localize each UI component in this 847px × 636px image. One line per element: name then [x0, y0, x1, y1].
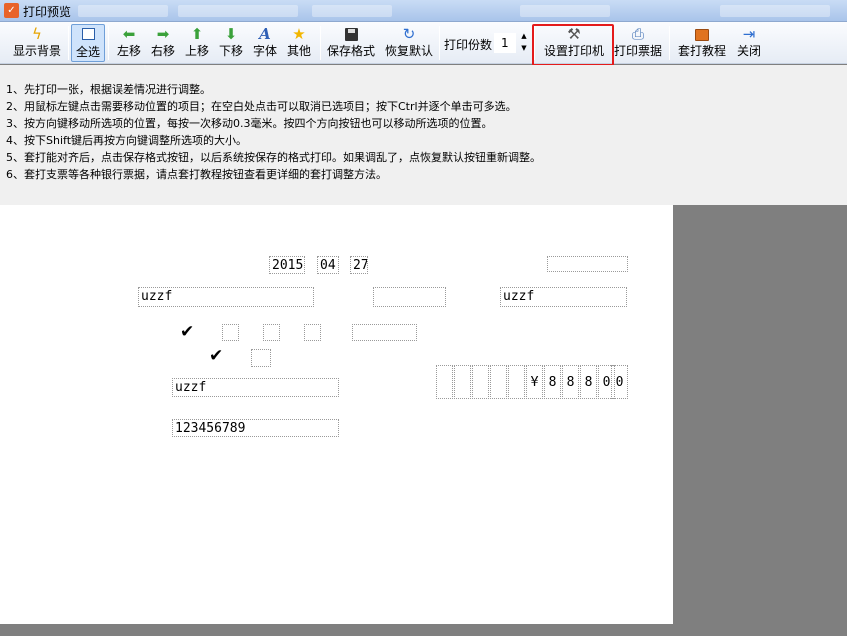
tutorial-label: 套打教程: [677, 44, 726, 58]
other-label: 其他: [286, 44, 311, 58]
toolbar-separator: [320, 26, 321, 60]
instruction-line: 5、套打能对齐后，点击保存格式按钮，以后系统按保存的格式打印。如果调乱了，点恢复…: [6, 151, 541, 164]
date-year-field[interactable]: 2015: [269, 256, 305, 274]
amount-digit-cell[interactable]: 8: [580, 365, 597, 399]
spin-down-button[interactable]: ▼: [518, 43, 530, 53]
font-label: 字体: [252, 44, 277, 58]
book-icon: [674, 25, 730, 43]
blurred-title-fragment: [520, 5, 610, 17]
app-logo-icon: ✓: [4, 3, 19, 18]
status-strip: [0, 624, 847, 636]
show-background-label: 显示背景: [12, 44, 61, 58]
instruction-line: 4、按下Shift键后再按方向键调整所选项的大小。: [6, 134, 247, 147]
amount-digit-cell[interactable]: 0: [611, 365, 628, 399]
move-down-label: 下移: [218, 44, 243, 58]
exit-icon: ⇥: [742, 25, 756, 43]
toolbar-separator: [108, 26, 109, 60]
instruction-line: 2、用鼠标左键点击需要移动位置的项目；在空白处点击可以取消已选项目；按下Ctrl…: [6, 100, 517, 113]
amount-digit-cell[interactable]: [454, 365, 471, 399]
amount-digit-cell[interactable]: [436, 365, 453, 399]
copies-input[interactable]: [494, 33, 516, 53]
blurred-title-fragment: [720, 5, 830, 17]
print-receipt-button[interactable]: ⎙ 打印票据: [612, 24, 664, 62]
move-up-label: 上移: [184, 44, 209, 58]
checkbox-field[interactable]: [222, 324, 239, 341]
copies-label: 打印份数: [444, 38, 493, 52]
payee-field[interactable]: uzzf: [138, 287, 314, 307]
date-day-field[interactable]: 27: [350, 256, 368, 274]
toolbar-separator: [669, 26, 670, 60]
payee-right-field[interactable]: uzzf: [500, 287, 627, 307]
blank-field[interactable]: [373, 287, 446, 307]
amount-digit-cell[interactable]: [508, 365, 525, 399]
amount-digit-cell[interactable]: ¥: [526, 365, 543, 399]
instruction-line: 1、先打印一张，根据误差情况进行调整。: [6, 83, 211, 96]
checkbox-field[interactable]: [263, 324, 280, 341]
amount-digit-cell[interactable]: 8: [562, 365, 579, 399]
print-preview-paper[interactable]: 2015 04 27 uzzf uzzf ✔ ✔ uzzf 123456789 …: [0, 205, 673, 624]
name-field[interactable]: uzzf: [172, 378, 339, 397]
close-button[interactable]: ⇥ 关闭: [734, 24, 764, 62]
account-field[interactable]: 123456789: [172, 419, 339, 437]
instruction-line: 6、套打支票等各种银行票据，请点套打教程按钮查看更详细的套打调整方法。: [6, 168, 387, 181]
lightning-icon: ϟ: [32, 25, 42, 43]
move-right-label: 右移: [150, 44, 175, 58]
arrow-up-icon: ⬆: [190, 25, 204, 43]
blank-field[interactable]: [352, 324, 417, 341]
window-title: 打印预览: [23, 5, 72, 19]
amount-digit-cell[interactable]: 8: [544, 365, 561, 399]
highlight-box: [532, 24, 614, 66]
select-all-icon: [72, 26, 104, 44]
move-left-button[interactable]: ⬅ 左移: [114, 24, 144, 62]
tutorial-button[interactable]: 套打教程: [674, 24, 730, 62]
show-background-button[interactable]: ϟ 显示背景: [8, 24, 66, 62]
restore-default-label: 恢复默认: [384, 44, 433, 58]
checkbox-field[interactable]: [251, 349, 271, 367]
move-right-button[interactable]: ➡ 右移: [148, 24, 178, 62]
restore-default-button[interactable]: ↻ 恢复默认: [382, 24, 436, 62]
refresh-icon: ↻: [402, 25, 416, 43]
instructions-panel: 1、先打印一张，根据误差情况进行调整。 2、用鼠标左键点击需要移动位置的项目；在…: [0, 65, 847, 205]
star-icon: ★: [292, 25, 306, 43]
checkmark-icon[interactable]: ✔: [209, 347, 223, 365]
arrow-left-icon: ⬅: [122, 25, 136, 43]
save-format-label: 保存格式: [326, 44, 375, 58]
instruction-line: 3、按方向键移动所选项的位置，每按一次移动0.3毫米。按四个方向按钮也可以移动所…: [6, 117, 493, 130]
print-receipt-label: 打印票据: [613, 44, 662, 58]
other-button[interactable]: ★ 其他: [284, 24, 314, 62]
arrow-right-icon: ➡: [156, 25, 170, 43]
printer-icon: ⎙: [631, 25, 644, 43]
checkbox-field[interactable]: [304, 324, 321, 341]
font-icon: A: [259, 25, 271, 43]
select-all-label: 全选: [75, 45, 100, 59]
checkmark-icon[interactable]: ✔: [180, 323, 194, 341]
blurred-title-fragment: [178, 5, 298, 17]
move-left-label: 左移: [116, 44, 141, 58]
amount-digit-cell[interactable]: [472, 365, 489, 399]
floppy-icon: [324, 25, 378, 43]
move-down-button[interactable]: ⬇ 下移: [216, 24, 246, 62]
arrow-down-icon: ⬇: [224, 25, 238, 43]
save-format-button[interactable]: 保存格式: [324, 24, 378, 62]
toolbar-separator: [439, 26, 440, 60]
toolbar: ϟ 显示背景 全选 ⬅ 左移 ➡ 右移 ⬆ 上移 ⬇ 下移 A 字体 ★ 其他 …: [0, 22, 847, 64]
font-button[interactable]: A 字体: [250, 24, 280, 62]
close-label: 关闭: [736, 44, 761, 58]
date-right-field[interactable]: [547, 256, 628, 272]
blurred-title-fragment: [312, 5, 392, 17]
date-month-field[interactable]: 04: [317, 256, 339, 274]
toolbar-separator: [68, 26, 69, 60]
amount-digit-cell[interactable]: [490, 365, 507, 399]
title-bar: ✓ 打印预览: [0, 0, 847, 22]
spin-up-button[interactable]: ▲: [518, 31, 530, 41]
move-up-button[interactable]: ⬆ 上移: [182, 24, 212, 62]
select-all-button[interactable]: 全选: [71, 24, 105, 62]
blurred-title-fragment: [78, 5, 168, 17]
